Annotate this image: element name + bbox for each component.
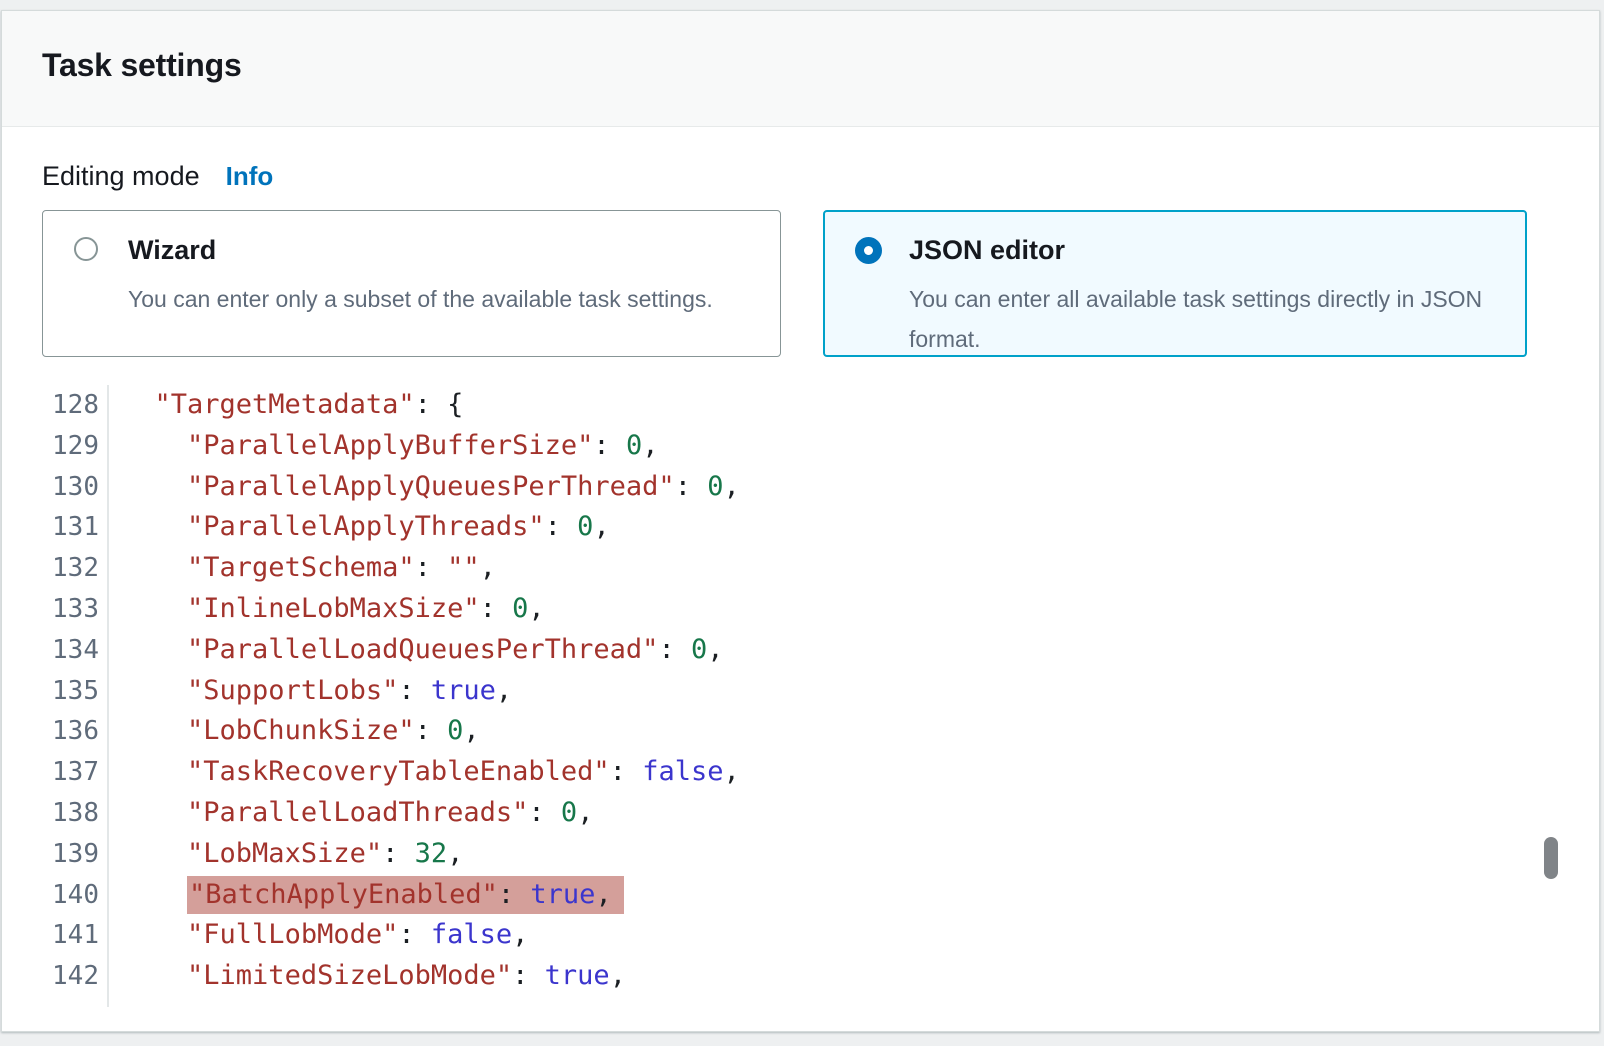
line-number: 134 bbox=[2, 630, 109, 671]
line-number: 131 bbox=[2, 507, 109, 548]
radio-button[interactable] bbox=[74, 237, 98, 261]
code-content: "ParallelApplyQueuesPerThread": 0, bbox=[109, 467, 740, 508]
code-content: "ParallelLoadThreads": 0, bbox=[109, 793, 593, 834]
editing-mode-option-wizard[interactable]: Wizard You can enter only a subset of th… bbox=[42, 210, 781, 357]
code-line[interactable]: 132 "TargetSchema": "", bbox=[2, 548, 1599, 589]
line-number: 142 bbox=[2, 956, 109, 997]
code-line[interactable]: 131 "ParallelApplyThreads": 0, bbox=[2, 507, 1599, 548]
code-segment: "ParallelApplyThreads": 0, bbox=[187, 511, 610, 542]
code-line[interactable]: 142 "LimitedSizeLobMode": true, bbox=[2, 956, 1599, 997]
editing-mode-options: Wizard You can enter only a subset of th… bbox=[42, 210, 1559, 357]
line-number: 139 bbox=[2, 834, 109, 875]
page-title: Task settings bbox=[42, 47, 1559, 84]
code-content: "TargetMetadata": { bbox=[109, 385, 463, 426]
option-label: Wizard bbox=[128, 234, 713, 266]
code-segment: "LobMaxSize": 32, bbox=[187, 838, 463, 869]
info-link[interactable]: Info bbox=[226, 161, 274, 192]
line-number: 137 bbox=[2, 752, 109, 793]
line-number: 140 bbox=[2, 875, 109, 916]
radio-column bbox=[855, 234, 891, 355]
code-content: "ParallelLoadQueuesPerThread": 0, bbox=[109, 630, 723, 671]
code-segment: "LimitedSizeLobMode": true, bbox=[187, 960, 626, 991]
code-segment: "ParallelLoadThreads": 0, bbox=[187, 797, 593, 828]
line-number bbox=[2, 997, 109, 1007]
code-line[interactable]: 137 "TaskRecoveryTableEnabled": false, bbox=[2, 752, 1599, 793]
code-line[interactable]: 128 "TargetMetadata": { bbox=[2, 385, 1599, 426]
editing-mode-option-json-editor[interactable]: JSON editor You can enter all available … bbox=[823, 210, 1527, 357]
option-text: Wizard You can enter only a subset of th… bbox=[128, 234, 713, 356]
code-content: "TaskRecoveryTableEnabled": false, bbox=[109, 752, 740, 793]
task-settings-panel: Task settings Editing mode Info Wizard Y… bbox=[1, 10, 1600, 1032]
code-line[interactable]: 135 "SupportLobs": true, bbox=[2, 671, 1599, 712]
editing-mode-label: Editing mode bbox=[42, 161, 200, 192]
line-number: 130 bbox=[2, 467, 109, 508]
code-content: "SupportLobs": true, bbox=[109, 671, 512, 712]
code-content: "TargetSchema": "", bbox=[109, 548, 496, 589]
line-number: 141 bbox=[2, 915, 109, 956]
code-segment: "TaskRecoveryTableEnabled": false, bbox=[187, 756, 740, 787]
option-label: JSON editor bbox=[909, 234, 1500, 266]
code-line[interactable]: 133 "InlineLobMaxSize": 0, bbox=[2, 589, 1599, 630]
code-content: "ParallelApplyBufferSize": 0, bbox=[109, 426, 658, 467]
line-number: 132 bbox=[2, 548, 109, 589]
code-content: "LobChunkSize": 0, bbox=[109, 711, 480, 752]
code-segment: "TargetSchema": "", bbox=[187, 552, 496, 583]
code-line[interactable]: 134 "ParallelLoadQueuesPerThread": 0, bbox=[2, 630, 1599, 671]
code-content: "InlineLobMaxSize": 0, bbox=[109, 589, 545, 630]
line-number: 129 bbox=[2, 426, 109, 467]
code-segment: "SupportLobs": true, bbox=[187, 675, 512, 706]
json-editor[interactable]: 128 "TargetMetadata": { 129 "ParallelApp… bbox=[2, 380, 1599, 1007]
code-segment: "FullLobMode": false, bbox=[187, 919, 528, 950]
code-line[interactable]: 140 "BatchApplyEnabled": true, bbox=[2, 875, 1599, 916]
radio-column bbox=[74, 234, 110, 356]
line-number: 135 bbox=[2, 671, 109, 712]
option-text: JSON editor You can enter all available … bbox=[909, 234, 1500, 355]
gutter-tail bbox=[2, 997, 1599, 1007]
code-line[interactable]: 130 "ParallelApplyQueuesPerThread": 0, bbox=[2, 467, 1599, 508]
code-segment: "LobChunkSize": 0, bbox=[187, 715, 480, 746]
line-number: 128 bbox=[2, 385, 109, 426]
radio-button[interactable] bbox=[855, 237, 882, 264]
code-line[interactable]: 141 "FullLobMode": false, bbox=[2, 915, 1599, 956]
code-content: "LobMaxSize": 32, bbox=[109, 834, 463, 875]
page: { "panel": { "title": "Task settings" },… bbox=[0, 0, 1604, 1046]
code-segment: "ParallelLoadQueuesPerThread": 0, bbox=[187, 634, 723, 665]
code-line[interactable]: 136 "LobChunkSize": 0, bbox=[2, 711, 1599, 752]
highlighted-code: "BatchApplyEnabled": true, bbox=[187, 876, 624, 914]
code-line[interactable]: 138 "ParallelLoadThreads": 0, bbox=[2, 793, 1599, 834]
code-content: "FullLobMode": false, bbox=[109, 915, 528, 956]
line-number: 138 bbox=[2, 793, 109, 834]
code-content: "ParallelApplyThreads": 0, bbox=[109, 507, 610, 548]
code-segment: "ParallelApplyBufferSize": 0, bbox=[187, 430, 658, 461]
editing-mode-section: Editing mode Info bbox=[42, 161, 1559, 192]
code-content: "LimitedSizeLobMode": true, bbox=[109, 956, 626, 997]
code-line[interactable]: 139 "LobMaxSize": 32, bbox=[2, 834, 1599, 875]
line-number: 133 bbox=[2, 589, 109, 630]
panel-header: Task settings bbox=[2, 11, 1599, 127]
code-content bbox=[109, 997, 122, 1007]
line-number: 136 bbox=[2, 711, 109, 752]
option-description: You can enter all available task setting… bbox=[909, 279, 1500, 359]
scrollbar-thumb[interactable] bbox=[1544, 837, 1558, 879]
code-segment: "ParallelApplyQueuesPerThread": 0, bbox=[187, 471, 740, 502]
code-segment: "InlineLobMaxSize": 0, bbox=[187, 593, 545, 624]
code-content: "BatchApplyEnabled": true, bbox=[109, 875, 624, 916]
code-line[interactable]: 129 "ParallelApplyBufferSize": 0, bbox=[2, 426, 1599, 467]
code-segment: "TargetMetadata": { bbox=[155, 389, 464, 420]
option-description: You can enter only a subset of the avail… bbox=[128, 279, 713, 319]
